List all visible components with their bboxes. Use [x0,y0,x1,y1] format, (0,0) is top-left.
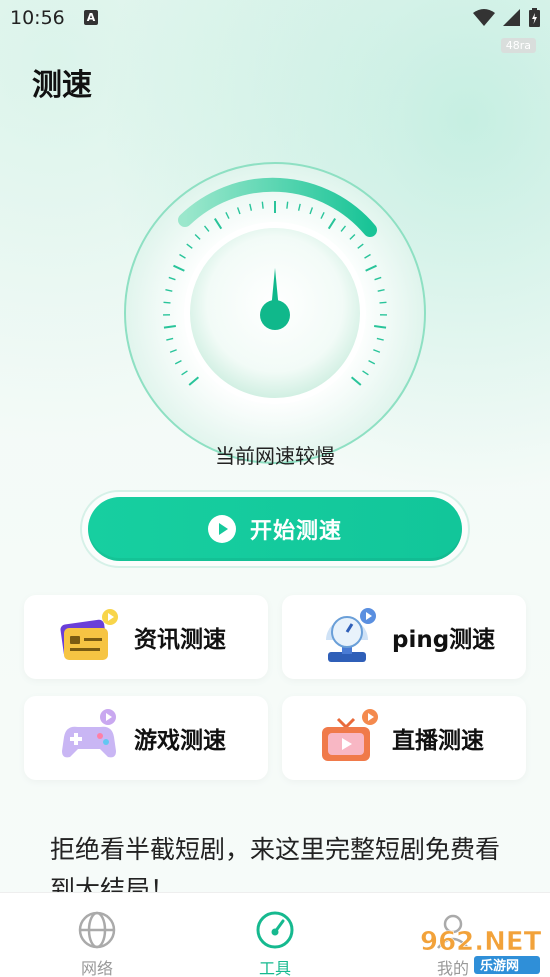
news-speed-icon [60,609,118,660]
tab-label-tools: 工具 [258,959,291,977]
tool-label-ping: ping测速 [392,627,496,653]
gauge-tick [379,301,387,304]
wifi-icon [473,8,495,26]
speedometer-icon [256,911,294,949]
scale-ping-icon [326,608,376,662]
notification-a-icon: A [84,10,98,25]
page-title: 测速 [32,68,92,103]
tool-label-live: 直播测速 [392,728,484,754]
tool-card-game[interactable]: 游戏测速 [24,696,268,780]
signal-icon [503,8,520,26]
gauge-tick [261,201,264,209]
site-watermark-logo: 962.NET 乐游网 [420,927,542,974]
status-time: 10:56 [10,7,65,29]
play-icon [207,515,236,543]
tab-tools[interactable]: 工具 [215,893,335,977]
battery-icon [529,8,540,27]
tool-card-ping[interactable]: ping测速 [282,595,526,679]
start-speed-test-button[interactable]: 开始测速 [88,497,462,561]
speed-gauge [124,162,426,464]
status-icons [473,8,540,27]
tool-card-live[interactable]: 直播测速 [282,696,526,780]
gauge-hub [260,300,290,330]
tool-label-news: 资讯测速 [134,627,226,653]
tool-card-news[interactable]: 资讯测速 [24,595,268,679]
gamepad-icon [62,709,116,758]
speed-status-text: 当前网速较慢 [215,444,335,468]
watermark-sub: 乐游网 [480,958,519,974]
globe-icon [78,911,116,949]
gauge-tick [286,201,289,209]
tab-network[interactable]: 网络 [37,893,157,977]
network-speed-badge: 48ra [500,38,536,53]
status-bar: 10:56 A [0,0,550,38]
gauge-tick [163,301,171,304]
tool-label-game: 游戏测速 [134,728,226,754]
start-button-label: 开始测速 [249,519,342,544]
tab-label-network: 网络 [80,959,113,977]
watermark-text: 962.NET [420,927,542,957]
tv-live-icon [322,709,378,761]
